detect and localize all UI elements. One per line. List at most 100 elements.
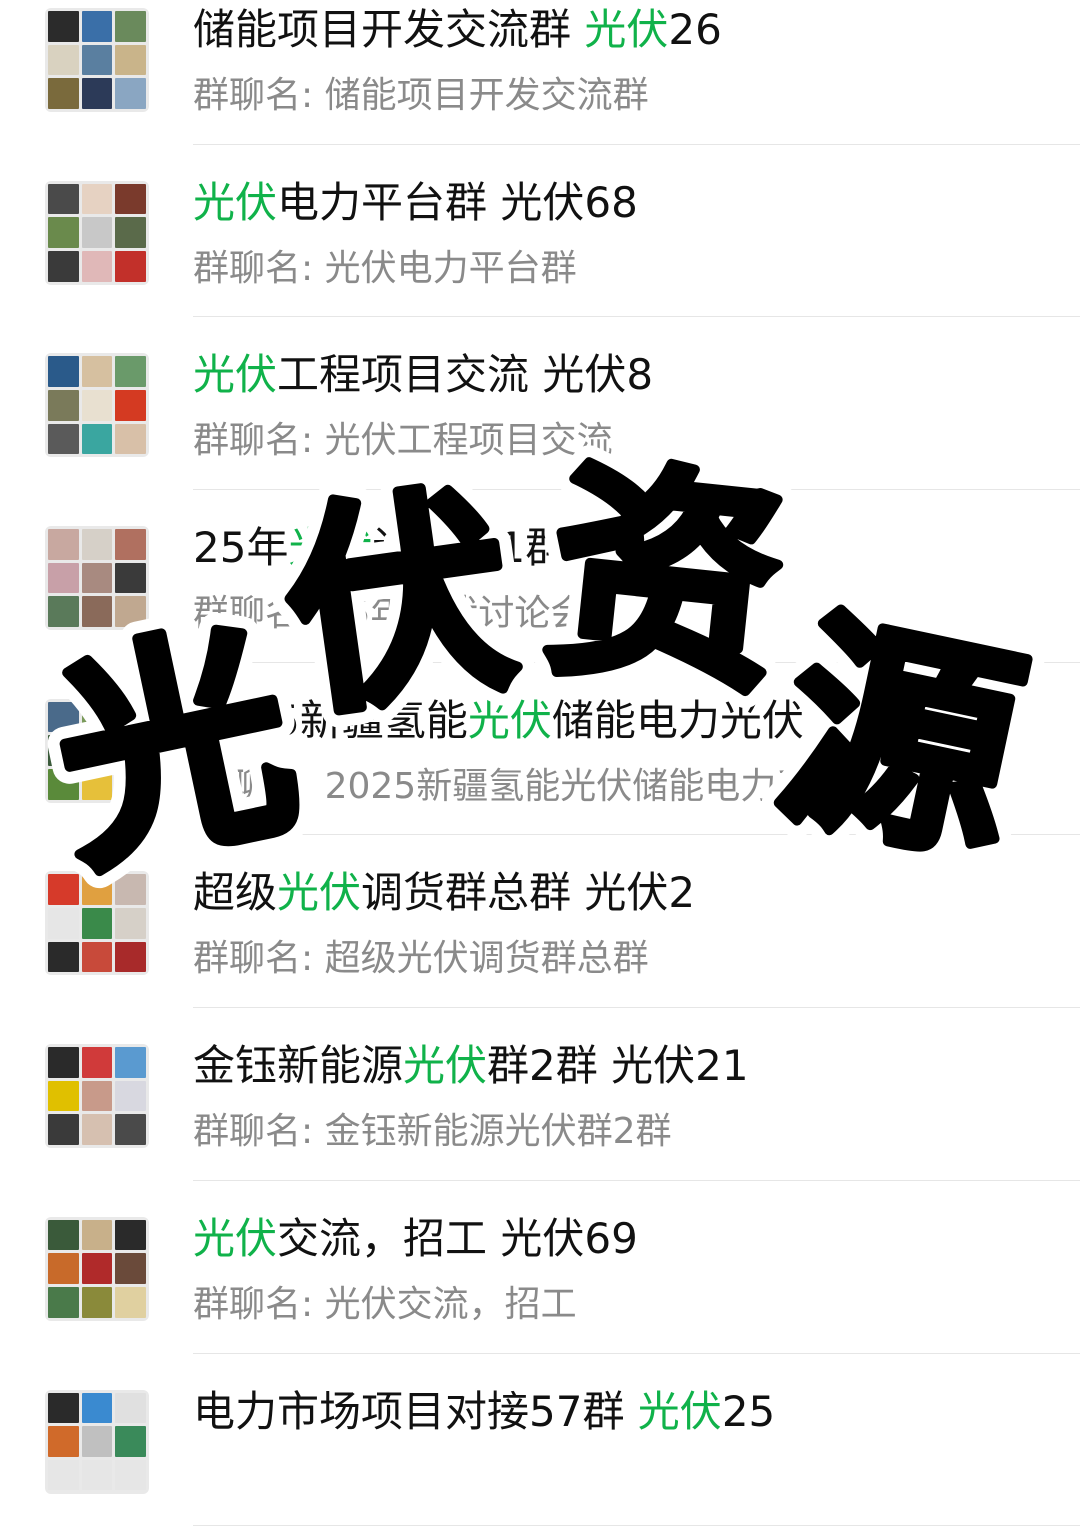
avatar-tile — [82, 942, 113, 973]
avatar-tile — [115, 735, 146, 766]
avatar-tile — [82, 529, 113, 560]
group-avatar — [45, 1390, 149, 1494]
avatar-tile — [48, 596, 79, 627]
avatar-tile — [82, 424, 113, 455]
title-keyword-highlight: 光伏 — [277, 868, 361, 917]
avatar-tile — [115, 529, 146, 560]
group-row[interactable]: 储能项目开发交流群 光伏26 群聊名: 储能项目开发交流群 — [0, 0, 1080, 145]
avatar-tile — [48, 1047, 79, 1078]
avatar-tile — [82, 11, 113, 42]
avatar-tile — [82, 596, 113, 627]
avatar-tile — [115, 1253, 146, 1284]
avatar-tile — [48, 184, 79, 215]
avatar-tile — [115, 217, 146, 248]
avatar-tile — [82, 356, 113, 387]
avatar-tile — [115, 78, 146, 109]
avatar-tile — [82, 1287, 113, 1318]
avatar-tile — [48, 735, 79, 766]
avatar-tile — [115, 251, 146, 282]
group-title: 金钰新能源光伏群2群 光伏21 — [193, 1038, 749, 1094]
group-avatar — [45, 1044, 149, 1148]
avatar-tile — [82, 1220, 113, 1251]
avatar-tile — [48, 563, 79, 594]
avatar-tile — [48, 769, 79, 800]
title-keyword-highlight: 光伏 — [403, 1041, 487, 1090]
avatar-tile — [48, 217, 79, 248]
group-row[interactable]: 光伏工程项目交流 光伏8群聊名: 光伏工程项目交流 — [0, 317, 1080, 490]
avatar-tile — [82, 874, 113, 905]
avatar-tile — [115, 1287, 146, 1318]
avatar-tile — [82, 217, 113, 248]
avatar-tile — [82, 1253, 113, 1284]
avatar-tile — [82, 563, 113, 594]
avatar-tile — [48, 529, 79, 560]
group-subtitle: 群聊名: 光伏电力平台群 — [193, 245, 577, 293]
group-row[interactable]: 2025新疆氢能光伏储能电力光伏群聊名: 2025新疆氢能光伏储能电力采购 — [0, 663, 1080, 836]
avatar-tile — [82, 1460, 113, 1491]
avatar-tile — [48, 45, 79, 76]
avatar-tile — [48, 942, 79, 973]
avatar-tile — [115, 1220, 146, 1251]
avatar-tile — [82, 1426, 113, 1457]
title-text: 交流，招工 光伏69 — [277, 1214, 638, 1263]
avatar-tile — [48, 1220, 79, 1251]
title-keyword-highlight: 光伏 — [193, 1214, 277, 1263]
group-title: 光伏工程项目交流 光伏8 — [193, 347, 653, 403]
group-avatar — [45, 353, 149, 457]
group-subtitle: 群聊名: 25年光伏讨论会 — [193, 590, 586, 638]
avatar-tile — [115, 769, 146, 800]
title-text: 工程项目交流 光伏8 — [277, 350, 653, 399]
group-title: 储能项目开发交流群 光伏26 — [193, 2, 722, 58]
avatar-tile — [115, 942, 146, 973]
group-row[interactable]: 金钰新能源光伏群2群 光伏21群聊名: 金钰新能源光伏群2群 — [0, 1008, 1080, 1181]
title-text: 26 — [668, 5, 721, 54]
avatar-tile — [115, 390, 146, 421]
avatar-tile — [48, 908, 79, 939]
avatar-tile — [82, 769, 113, 800]
group-row[interactable]: 25年光伏讨论会1群 光伏群聊名: 25年光伏讨论会 — [0, 490, 1080, 663]
avatar-tile — [115, 424, 146, 455]
title-keyword-highlight: 光伏 — [584, 5, 668, 54]
group-title: 超级光伏调货群总群 光伏2 — [193, 865, 695, 921]
avatar-tile — [115, 596, 146, 627]
title-text: 金钰新能源 — [193, 1041, 403, 1090]
title-text: 电力市场项目对接57群 — [193, 1387, 638, 1436]
group-row[interactable]: 超级光伏调货群总群 光伏2 群聊名: 超级光伏调货群总群 — [0, 835, 1080, 1008]
title-text: 群2群 光伏21 — [487, 1041, 749, 1090]
avatar-tile — [82, 184, 113, 215]
title-keyword-highlight: 光伏 — [193, 350, 277, 399]
title-keyword-highlight: 光伏 — [638, 1387, 722, 1436]
avatar-tile — [48, 1426, 79, 1457]
group-subtitle: 群聊名: 储能项目开发交流群 — [193, 72, 649, 120]
avatar-tile — [48, 11, 79, 42]
title-text: 储能电力光伏 — [552, 696, 804, 745]
avatar-tile — [115, 1081, 146, 1112]
avatar-tile — [82, 45, 113, 76]
avatar-tile — [115, 702, 146, 733]
group-row[interactable]: 光伏电力平台群 光伏68群聊名: 光伏电力平台群 — [0, 145, 1080, 318]
group-avatar — [45, 181, 149, 285]
avatar-tile — [115, 356, 146, 387]
group-title: 25年光伏讨论会1群 光伏 — [193, 520, 665, 576]
avatar-tile — [82, 1047, 113, 1078]
avatar-tile — [82, 735, 113, 766]
avatar-tile — [115, 874, 146, 905]
avatar-tile — [115, 908, 146, 939]
avatar-tile — [48, 1287, 79, 1318]
group-subtitle: 群聊名: 超级光伏调货群总群 — [193, 935, 649, 983]
avatar-tile — [82, 251, 113, 282]
group-title: 2025新疆氢能光伏储能电力光伏 — [193, 693, 804, 749]
group-avatar — [45, 699, 149, 803]
group-search-results: 储能项目开发交流群 光伏26群聊名: 储能项目开发交流群光伏电力平台群 光伏68… — [0, 0, 1080, 1526]
avatar-tile — [115, 184, 146, 215]
group-subtitle: 群聊名: 光伏交流，招工 — [193, 1281, 577, 1329]
avatar-tile — [48, 702, 79, 733]
avatar-tile — [48, 874, 79, 905]
title-text: 讨论会1群 光伏 — [372, 523, 664, 572]
group-row[interactable]: 光伏交流，招工 光伏69 群聊名: 光伏交流，招工 — [0, 1181, 1080, 1354]
title-keyword-highlight: 光伏 — [468, 696, 552, 745]
avatar-tile — [82, 1081, 113, 1112]
avatar-tile — [48, 1460, 79, 1491]
title-text: 储能项目开发交流群 — [193, 5, 584, 54]
title-text: 电力平台群 光伏68 — [277, 178, 638, 227]
